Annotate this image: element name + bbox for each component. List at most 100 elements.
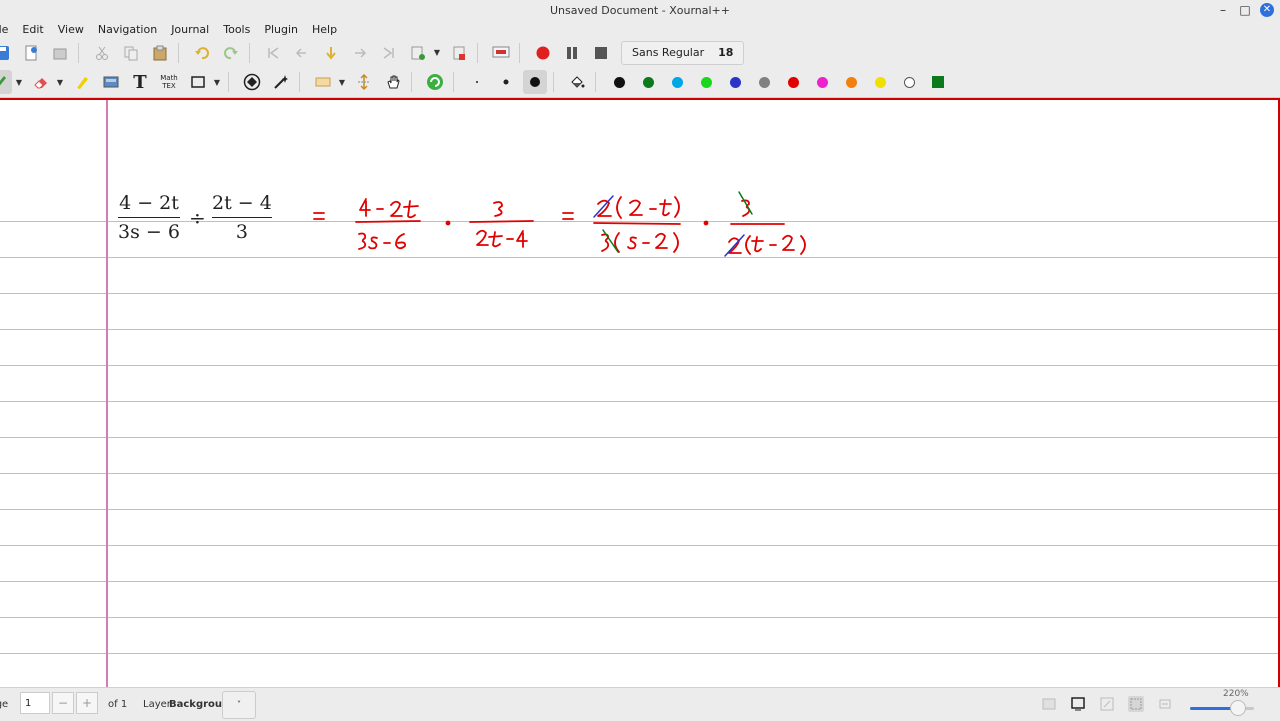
color-red[interactable] [781,70,805,94]
select-dropdown[interactable]: ▼ [337,70,347,94]
font-button[interactable]: Sans Regular 18 [621,40,745,65]
pen-dropdown[interactable]: ▼ [14,70,24,94]
page-count: of 1 [108,699,128,710]
page-decrement-button[interactable]: − [52,692,74,714]
menu-edit[interactable]: Edit [15,22,50,38]
menu-plugin[interactable]: Plugin [257,22,305,38]
tools-toolbar: ▼ ▼ T Math TEX ▼ ▼ [0,67,1280,98]
next-page-icon[interactable] [348,41,372,65]
zoom-level: 220% [1223,689,1249,699]
color-black[interactable] [607,70,631,94]
highlighter-icon[interactable] [70,70,94,94]
zoom-slider-fill [1190,707,1235,710]
eraser-dropdown[interactable]: ▼ [55,70,65,94]
zoom-100-icon[interactable] [1128,696,1144,712]
last-page-icon[interactable] [377,41,401,65]
color-magenta-swatch [816,76,828,88]
page-increment-button[interactable]: + [76,692,98,714]
color-light-green[interactable] [694,70,718,94]
color-blue[interactable] [723,70,747,94]
insert-page-dropdown[interactable]: ▼ [432,41,442,65]
hand-icon[interactable] [381,70,405,94]
color-green-swatch [642,76,654,88]
zoom-slider-knob[interactable] [1230,700,1246,716]
layer-label: Layer [143,699,171,710]
window-title: Unsaved Document - Xournal++ [550,4,730,17]
first-page-icon[interactable] [261,41,285,65]
color-light-blue-swatch [671,76,683,88]
fill-icon[interactable] [565,70,589,94]
record-icon[interactable] [531,41,555,65]
presentation-icon[interactable] [489,41,513,65]
color-red-swatch [787,76,799,88]
copy-icon[interactable] [119,41,143,65]
menu-file[interactable]: File [0,22,15,38]
custom-color-swatch [932,76,944,88]
menu-navigation[interactable]: Navigation [91,22,164,38]
title-bar: Unsaved Document - Xournal++ – □ ✕ [0,0,1280,23]
thick-size-icon[interactable] [523,70,547,94]
medium-size-icon[interactable] [494,70,518,94]
delete-page-icon[interactable] [447,41,471,65]
insert-page-icon[interactable] [406,41,430,65]
handwritten-ink[interactable] [0,100,1280,689]
font-name: Sans Regular [632,46,705,59]
menu-help[interactable]: Help [305,22,344,38]
menu-view[interactable]: View [51,22,91,38]
minimize-button[interactable]: – [1216,3,1230,17]
redo-icon[interactable] [219,41,243,65]
menu-journal[interactable]: Journal [164,22,216,38]
color-white[interactable] [897,70,921,94]
save-icon[interactable] [0,41,14,65]
undo-icon[interactable] [190,41,214,65]
zoom-fit-icon[interactable] [1099,696,1115,712]
select-rectangle-icon[interactable] [311,70,335,94]
main-toolbar: ▼ Sans Regular 18 [0,38,1280,67]
shape-recognizer-icon[interactable] [240,70,264,94]
custom-color-button[interactable] [926,70,950,94]
color-white-swatch [903,76,915,88]
layer-dropdown[interactable]: ˅ [222,691,256,719]
color-orange[interactable] [839,70,863,94]
window-controls: – □ ✕ [1216,3,1274,17]
shape-dropdown[interactable]: ▼ [212,70,222,94]
stop-icon[interactable] [589,41,613,65]
paste-icon[interactable] [148,41,172,65]
refresh-icon[interactable] [423,70,447,94]
math-tex-icon[interactable]: Math TEX [157,70,181,94]
cut-icon[interactable] [90,41,114,65]
color-black-swatch [613,76,625,88]
vertical-space-icon[interactable] [352,70,376,94]
color-orange-swatch [845,76,857,88]
color-yellow[interactable] [868,70,892,94]
thin-size-icon[interactable] [465,70,489,94]
fullscreen-icon[interactable] [1070,696,1086,712]
color-light-green-swatch [700,76,712,88]
page-label: Page [0,699,9,710]
document-page[interactable]: 4 − 2t 3s − 6 ÷ 2t − 4 3 [0,98,1280,689]
image-icon[interactable] [99,70,123,94]
new-document-icon[interactable] [19,41,43,65]
color-gray[interactable] [752,70,776,94]
pen-icon[interactable] [0,70,12,94]
color-blue-swatch [729,76,741,88]
open-document-icon[interactable] [48,41,72,65]
menu-tools[interactable]: Tools [216,22,257,38]
previous-page-icon[interactable] [290,41,314,65]
magic-wand-icon[interactable] [269,70,293,94]
pause-icon[interactable] [560,41,584,65]
eraser-icon[interactable] [29,70,53,94]
color-light-blue[interactable] [665,70,689,94]
shape-rectangle-icon[interactable] [186,70,210,94]
status-bar: Page 1 − + of 1 Layer Background ˅ 220% [0,687,1280,721]
page-number-input[interactable]: 1 [20,692,50,714]
goto-page-icon[interactable] [319,41,343,65]
page-layout-icon[interactable] [1041,696,1057,712]
text-tool-icon[interactable]: T [128,70,152,94]
maximize-button[interactable]: □ [1238,3,1252,17]
color-green[interactable] [636,70,660,94]
close-button[interactable]: ✕ [1260,3,1274,17]
color-magenta[interactable] [810,70,834,94]
zoom-out-icon[interactable] [1157,696,1173,712]
color-yellow-swatch [874,76,886,88]
